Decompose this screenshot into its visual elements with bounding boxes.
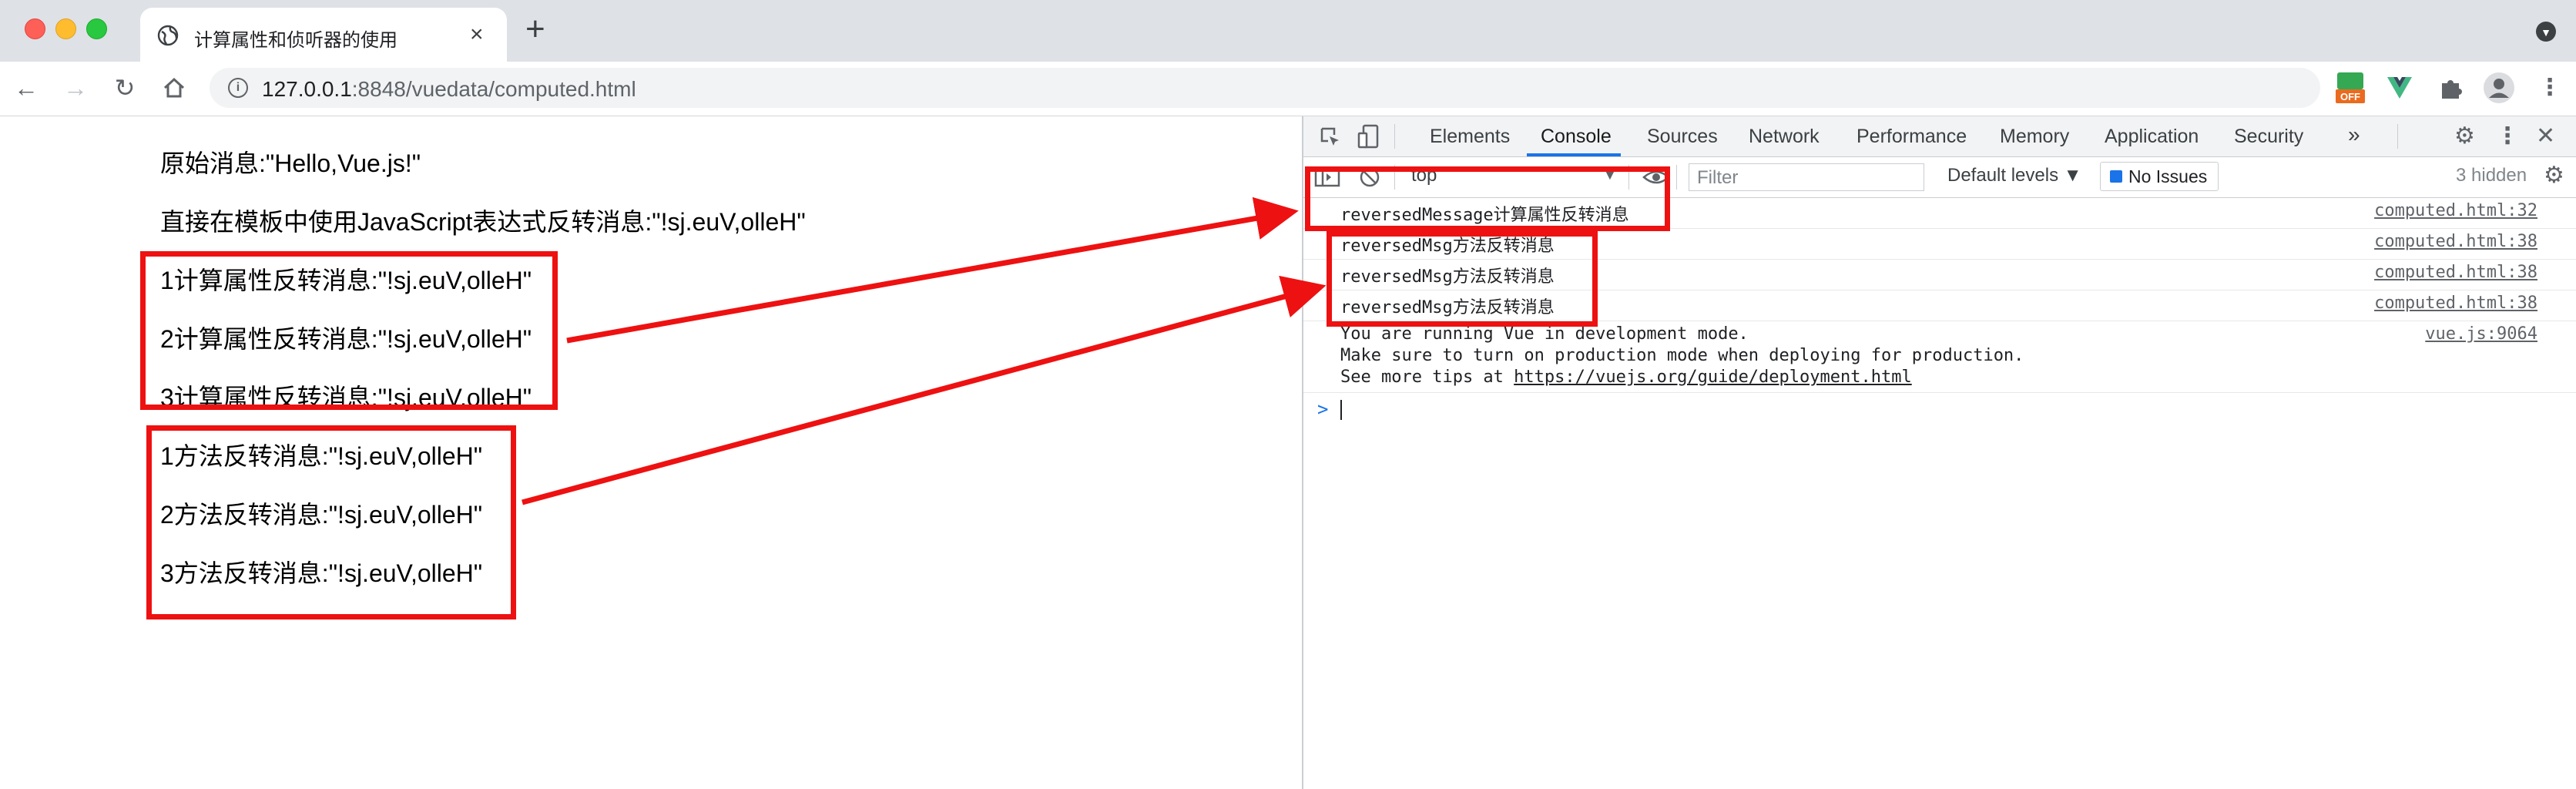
arrow-method bbox=[522, 275, 1327, 505]
annotation-arrows bbox=[522, 196, 1327, 505]
arrow-computed bbox=[566, 196, 1299, 344]
